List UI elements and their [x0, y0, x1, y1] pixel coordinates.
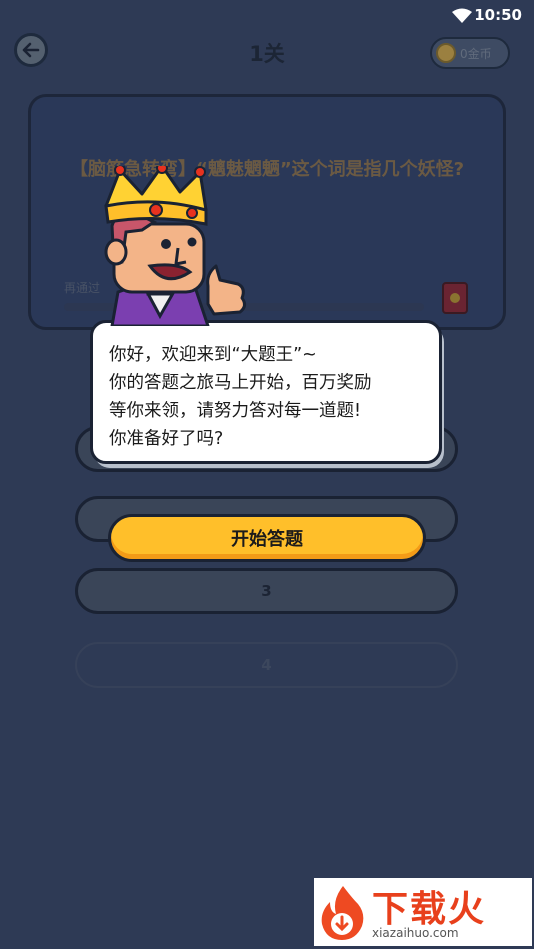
wifi-icon	[452, 8, 472, 23]
coin-balance[interactable]: 0金币	[430, 37, 510, 69]
welcome-message: 你好，欢迎来到“大题王”~ 你的答题之旅马上开始，百万奖励 等你来领，请努力答对…	[109, 345, 372, 449]
status-time: 10:50	[474, 6, 522, 24]
welcome-dialog: 你好，欢迎来到“大题王”~ 你的答题之旅马上开始，百万奖励 等你来领，请努力答对…	[90, 320, 442, 464]
coin-icon	[436, 43, 456, 63]
progress-label: 再通过	[64, 281, 101, 295]
red-packet-button[interactable]	[442, 282, 468, 314]
answer-option-3[interactable]: 3	[75, 568, 458, 614]
flame-logo-icon	[321, 886, 364, 940]
coin-balance-label: 0金币	[460, 46, 492, 61]
king-mascot	[104, 166, 247, 326]
watermark-brand: 下载火	[372, 889, 487, 930]
answer-option-4[interactable]: 4	[75, 642, 458, 688]
red-packet-icon	[450, 293, 460, 303]
start-quiz-button[interactable]: 开始答题	[108, 514, 426, 562]
watermark-domain: xiazaihuo.com	[372, 926, 459, 940]
